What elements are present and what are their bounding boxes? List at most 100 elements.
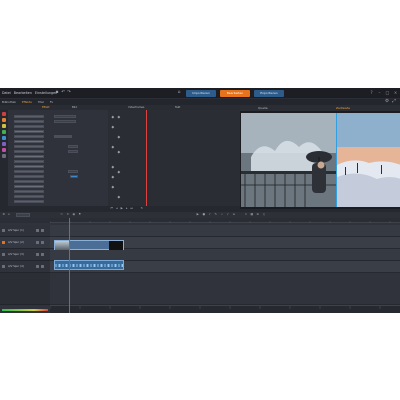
track-header[interactable]: A/V Spur (4) — [0, 261, 50, 273]
track-mute-icon[interactable] — [36, 241, 39, 244]
zoom-icon[interactable]: ⊕ — [256, 212, 260, 217]
property-value[interactable] — [54, 120, 76, 124]
keyframe-col-effect[interactable]: Effekt — [42, 106, 50, 109]
property-dropdown[interactable] — [54, 135, 72, 139]
track-lock-icon[interactable] — [41, 253, 44, 256]
crop-icon[interactable]: ⌗ — [220, 212, 224, 217]
property-group-header[interactable] — [14, 185, 44, 189]
keyframe-playhead[interactable] — [146, 110, 147, 206]
track-mute-icon[interactable] — [36, 253, 39, 256]
video-clip[interactable] — [54, 240, 124, 250]
track-header[interactable]: A/V Spur (2) — [0, 237, 50, 249]
category-icon[interactable] — [2, 148, 6, 152]
category-icon[interactable] — [2, 118, 6, 122]
minimize-icon[interactable]: – — [377, 90, 382, 95]
track-lane-empty[interactable] — [50, 273, 400, 305]
property-group-header[interactable] — [14, 140, 44, 144]
mixer-icon[interactable]: ≡ — [232, 212, 236, 217]
track-lock-icon[interactable] — [41, 229, 44, 232]
delete-icon[interactable]: ✕ — [66, 212, 70, 217]
redo-icon[interactable]: ↷ — [66, 90, 72, 96]
track-header[interactable]: A/V Spur (3) — [0, 249, 50, 261]
tab-source[interactable]: Quelle — [258, 106, 268, 110]
menu-edit[interactable]: Bearbeiten — [14, 91, 32, 95]
audio-clip[interactable] — [54, 260, 124, 270]
track-lock-icon[interactable] — [41, 265, 44, 268]
keyframe-tracks[interactable] — [108, 110, 240, 206]
property-value[interactable] — [68, 150, 78, 154]
category-icon[interactable] — [2, 154, 6, 158]
category-icon[interactable] — [2, 142, 6, 146]
edit-icon[interactable]: ✎ — [214, 212, 218, 217]
tab-titles[interactable]: Titel — [38, 100, 44, 104]
property-group-header[interactable] — [14, 165, 44, 169]
magnet-icon[interactable]: ∩ — [244, 212, 248, 217]
record-icon[interactable]: ● — [202, 212, 206, 217]
keyframe-marker[interactable] — [111, 165, 114, 168]
keyframe-marker[interactable] — [111, 115, 114, 118]
track-visibility-icon[interactable] — [2, 265, 5, 268]
step-forward-icon[interactable]: ▸ — [125, 206, 129, 211]
play-icon[interactable]: ▶ — [196, 212, 200, 217]
tab-library[interactable]: Bibliothek — [2, 100, 16, 104]
export-mode-button[interactable]: Exportieren — [254, 89, 284, 97]
property-group-header[interactable] — [14, 130, 44, 134]
tab-effects[interactable]: Effekte — [22, 100, 32, 104]
menu-file[interactable]: Datei — [2, 91, 11, 95]
keyframe-marker[interactable] — [117, 135, 120, 138]
timeline-navigator[interactable] — [49, 305, 400, 313]
keyframe-col-videoframes[interactable]: Videoframes — [128, 106, 144, 109]
track-visibility-icon[interactable] — [2, 241, 5, 244]
mute-icon[interactable]: ♪ — [208, 212, 212, 217]
razor-icon[interactable]: ✂ — [60, 212, 64, 217]
split-icon[interactable]: ⫽ — [226, 212, 230, 217]
keyframe-marker[interactable] — [117, 115, 120, 118]
loop-icon[interactable]: ↻ — [140, 206, 144, 211]
keyframe-marker[interactable] — [111, 125, 114, 128]
category-icon[interactable] — [2, 136, 6, 140]
keyframe-col-beat[interactable]: Takt — [175, 106, 180, 109]
timeline-playhead[interactable] — [69, 218, 70, 313]
play-icon[interactable]: ▶ — [120, 206, 124, 211]
track-mute-icon[interactable] — [36, 229, 39, 232]
tab-fx[interactable]: Fx — [50, 100, 53, 104]
track-visibility-icon[interactable] — [2, 253, 5, 256]
close-icon[interactable]: × — [393, 90, 398, 95]
track-visibility-icon[interactable] — [2, 229, 5, 232]
property-value[interactable] — [68, 145, 78, 149]
keyframe-marker[interactable] — [111, 145, 114, 148]
settings-icon[interactable]: ⚙ — [2, 212, 6, 217]
video-preview[interactable] — [240, 111, 400, 209]
edit-mode-button[interactable]: Bearbeiten — [220, 89, 250, 97]
go-to-end-icon[interactable]: ⏭ — [130, 206, 134, 211]
keyframe-marker[interactable] — [117, 195, 120, 198]
import-mode-button[interactable]: Importieren — [186, 89, 216, 97]
property-group-header[interactable] — [14, 155, 44, 159]
storyboard-icon[interactable]: ▦ — [250, 212, 254, 217]
aspect-dropdown[interactable] — [16, 213, 30, 217]
category-icon[interactable] — [2, 112, 6, 116]
track-lane[interactable] — [50, 225, 400, 237]
snapshot-icon[interactable]: ◉ — [72, 212, 76, 217]
marker-icon[interactable]: ⚑ — [78, 212, 82, 217]
property-value[interactable] — [54, 115, 76, 119]
help-icon[interactable]: ? — [369, 90, 374, 95]
track-mute-icon[interactable] — [36, 265, 39, 268]
property-value[interactable] — [68, 170, 78, 174]
category-icon[interactable] — [2, 124, 6, 128]
tab-timeline-preview[interactable]: Zeitleiste — [336, 106, 350, 110]
step-back-icon[interactable]: ◂ — [115, 206, 119, 211]
keyframe-col-image[interactable]: Bild — [72, 106, 77, 109]
keyframe-marker[interactable] — [111, 175, 114, 178]
track-header[interactable]: A/V Spur (1) — [0, 225, 50, 237]
keyframe-marker[interactable] — [111, 185, 114, 188]
go-to-start-icon[interactable]: ⏮ — [110, 206, 114, 211]
property-value-active[interactable] — [70, 175, 78, 179]
lock-icon[interactable]: ▫ — [7, 212, 11, 217]
keyframe-marker[interactable] — [117, 150, 120, 153]
keyframe-marker[interactable] — [117, 170, 120, 173]
audio-icon[interactable]: ♫ — [262, 212, 266, 217]
track-lock-icon[interactable] — [41, 241, 44, 244]
maximize-icon[interactable]: □ — [385, 90, 390, 95]
category-icon[interactable] — [2, 130, 6, 134]
